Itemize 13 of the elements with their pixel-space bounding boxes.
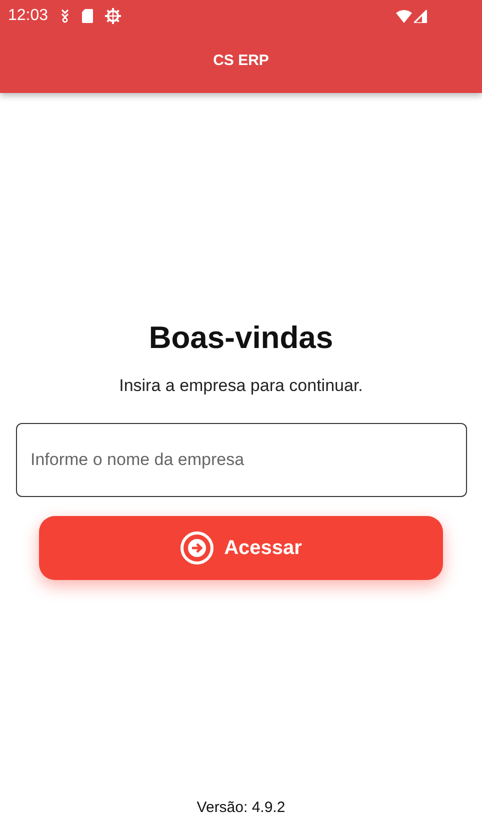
download-icon [60, 9, 70, 23]
wifi-icon [396, 10, 412, 22]
app-title: CS ERP [212, 52, 270, 69]
signal-icon [414, 10, 427, 22]
status-time: 12:03 [8, 7, 48, 25]
welcome-subtitle: Insira a empresa para continuar. [119, 376, 363, 396]
access-button[interactable]: Acessar [39, 516, 443, 580]
company-name-field[interactable]: Informe o nome da empresa [16, 423, 466, 497]
welcome-title: Boas-vindas [148, 320, 334, 356]
arrow-circle-icon [180, 531, 214, 565]
version-text: Versão: 4.9.2 [196, 799, 286, 818]
settings-icon [105, 8, 122, 24]
sd-card-icon [82, 9, 94, 23]
